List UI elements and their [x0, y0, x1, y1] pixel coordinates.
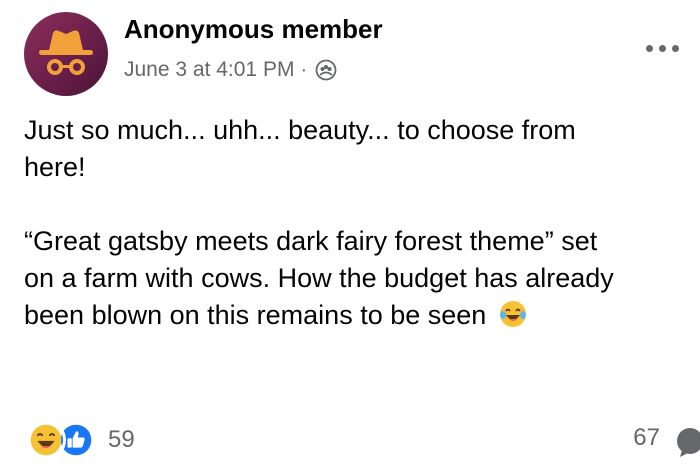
post-text-line: here!: [24, 152, 86, 182]
post-text-line: Just so much... uhh... beauty... to choo…: [24, 115, 576, 145]
post-text-line: been blown on this remains to be seen: [24, 300, 487, 330]
haha-reaction-icon: [26, 420, 66, 460]
post-meta: June 3 at 4:01 PM ·: [124, 58, 337, 82]
comment-count[interactable]: 67: [633, 424, 660, 452]
reaction-count[interactable]: 59: [108, 426, 135, 454]
more-options-icon-dot: [645, 44, 653, 52]
paragraph-break: [24, 186, 696, 223]
more-options-icon-dot: [671, 44, 679, 52]
post-timestamp[interactable]: June 3 at 4:01 PM: [124, 58, 294, 82]
author-name[interactable]: Anonymous member: [124, 14, 383, 45]
more-options-button[interactable]: [640, 30, 684, 66]
post-text-line-with-emoji: been blown on this remains to be seen: [24, 297, 696, 334]
laughing-tears-emoji: [499, 301, 526, 327]
anonymous-avatar[interactable]: [24, 12, 108, 96]
members-group-icon[interactable]: [315, 59, 337, 81]
post-text-line: “Great gatsby meets dark fairy forest th…: [24, 226, 598, 256]
reactions-summary[interactable]: 59: [26, 418, 135, 462]
post-card: Anonymous member June 3 at 4:01 PM · Jus…: [0, 0, 700, 471]
comment-icon[interactable]: [672, 424, 700, 460]
more-options-icon-dot: [658, 44, 666, 52]
post-text-line: on a farm with cows. How the budget has …: [24, 263, 614, 293]
post-body: Just so much... uhh... beauty... to choo…: [24, 112, 696, 334]
meta-separator: ·: [300, 58, 308, 81]
incognito-icon: [39, 30, 93, 75]
